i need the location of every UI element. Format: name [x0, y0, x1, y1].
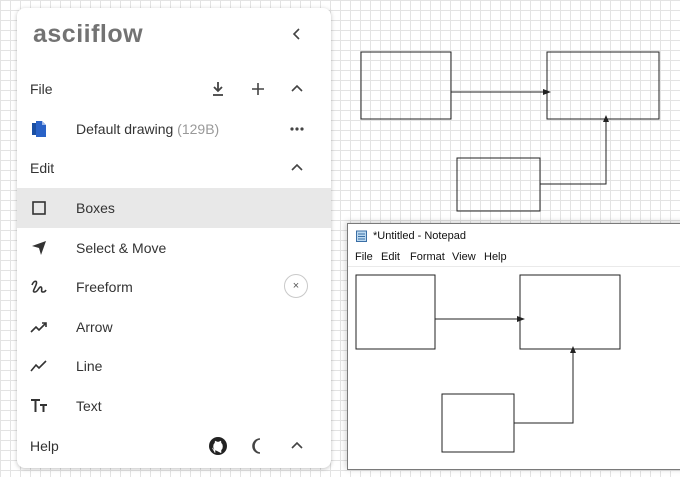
dark-mode-moon-icon[interactable]	[248, 436, 268, 456]
tool-freeform-label: Freeform	[76, 279, 133, 295]
freeform-clear-button[interactable]: ×	[284, 274, 308, 298]
help-section-label: Help	[30, 438, 59, 454]
add-icon[interactable]	[248, 79, 268, 99]
chevron-up-icon[interactable]	[287, 436, 307, 456]
notepad-arrow-vertical	[514, 351, 574, 424]
notepad-menu-help[interactable]: Help	[484, 251, 507, 263]
file-section-label: File	[30, 81, 53, 97]
notepad-menu-format[interactable]: Format	[410, 251, 445, 263]
edit-section-header[interactable]: Edit	[17, 148, 331, 188]
notepad-text-area[interactable]	[348, 266, 680, 469]
more-horizontal-icon[interactable]	[287, 119, 307, 139]
download-icon[interactable]	[208, 79, 228, 99]
tool-line-label: Line	[76, 358, 103, 374]
notepad-ascii-diagram	[355, 274, 621, 453]
drawing-size: (129B)	[177, 121, 220, 137]
tool-boxes-label: Boxes	[76, 200, 115, 216]
notepad-box-right	[519, 274, 621, 350]
notepad-app-icon	[356, 230, 367, 242]
tool-arrow[interactable]: Arrow	[17, 307, 331, 347]
tool-arrow-label: Arrow	[76, 319, 113, 335]
notepad-window[interactable]: *Untitled - Notepad File Edit Format Vie…	[347, 223, 680, 470]
show-chart-icon	[30, 360, 47, 372]
app-logo-text: asciiflow	[33, 20, 144, 48]
file-section-header[interactable]: File	[17, 69, 331, 109]
tool-select-move[interactable]: Select & Move	[17, 228, 331, 268]
notepad-menu-bar: File Edit Format View Help	[348, 248, 680, 266]
drawing-name-label: Default drawing (129B)	[76, 121, 219, 137]
notepad-menu-file[interactable]: File	[355, 251, 373, 263]
square-outline-icon	[32, 201, 46, 215]
notepad-menu-view[interactable]: View	[452, 251, 476, 263]
notepad-box-left	[355, 274, 436, 350]
tool-boxes[interactable]: Boxes	[17, 188, 331, 228]
notepad-arrowhead-right	[517, 316, 525, 322]
chevron-up-icon[interactable]	[287, 79, 307, 99]
canvas-arrow-vertical	[540, 120, 607, 185]
gesture-icon	[31, 280, 47, 293]
tool-text[interactable]: Text	[17, 386, 331, 426]
trending-up-icon	[30, 322, 47, 333]
help-section-header[interactable]: Help	[17, 426, 331, 466]
tool-text-label: Text	[76, 398, 102, 414]
notepad-title: *Untitled - Notepad	[373, 230, 466, 242]
canvas-box-left	[360, 51, 452, 120]
edit-section-label: Edit	[30, 160, 55, 176]
notepad-title-bar[interactable]: *Untitled - Notepad	[348, 224, 680, 248]
app-logo: asciiflow	[33, 20, 143, 49]
drawing-name: Default drawing	[76, 121, 174, 137]
sidebar-panel: asciiflow File Default drawing (129B) Ed…	[17, 8, 331, 468]
tool-freeform[interactable]: Freeform ×	[17, 267, 331, 307]
chevron-up-icon[interactable]	[287, 158, 307, 178]
tool-line[interactable]: Line	[17, 346, 331, 386]
file-copy-icon	[32, 121, 46, 137]
chevron-left-icon[interactable]	[287, 24, 307, 44]
canvas-box-right	[546, 51, 660, 120]
navigation-arrow-icon	[32, 241, 46, 255]
notepad-menu-edit[interactable]: Edit	[381, 251, 400, 263]
notepad-box-bottom	[441, 393, 515, 453]
github-icon[interactable]	[208, 436, 228, 456]
canvas-box-bottom	[456, 157, 541, 212]
drawing-item[interactable]: Default drawing (129B)	[17, 109, 331, 149]
tool-select-move-label: Select & Move	[76, 240, 167, 256]
logo-row: asciiflow	[17, 8, 331, 60]
text-fields-icon	[31, 399, 47, 412]
